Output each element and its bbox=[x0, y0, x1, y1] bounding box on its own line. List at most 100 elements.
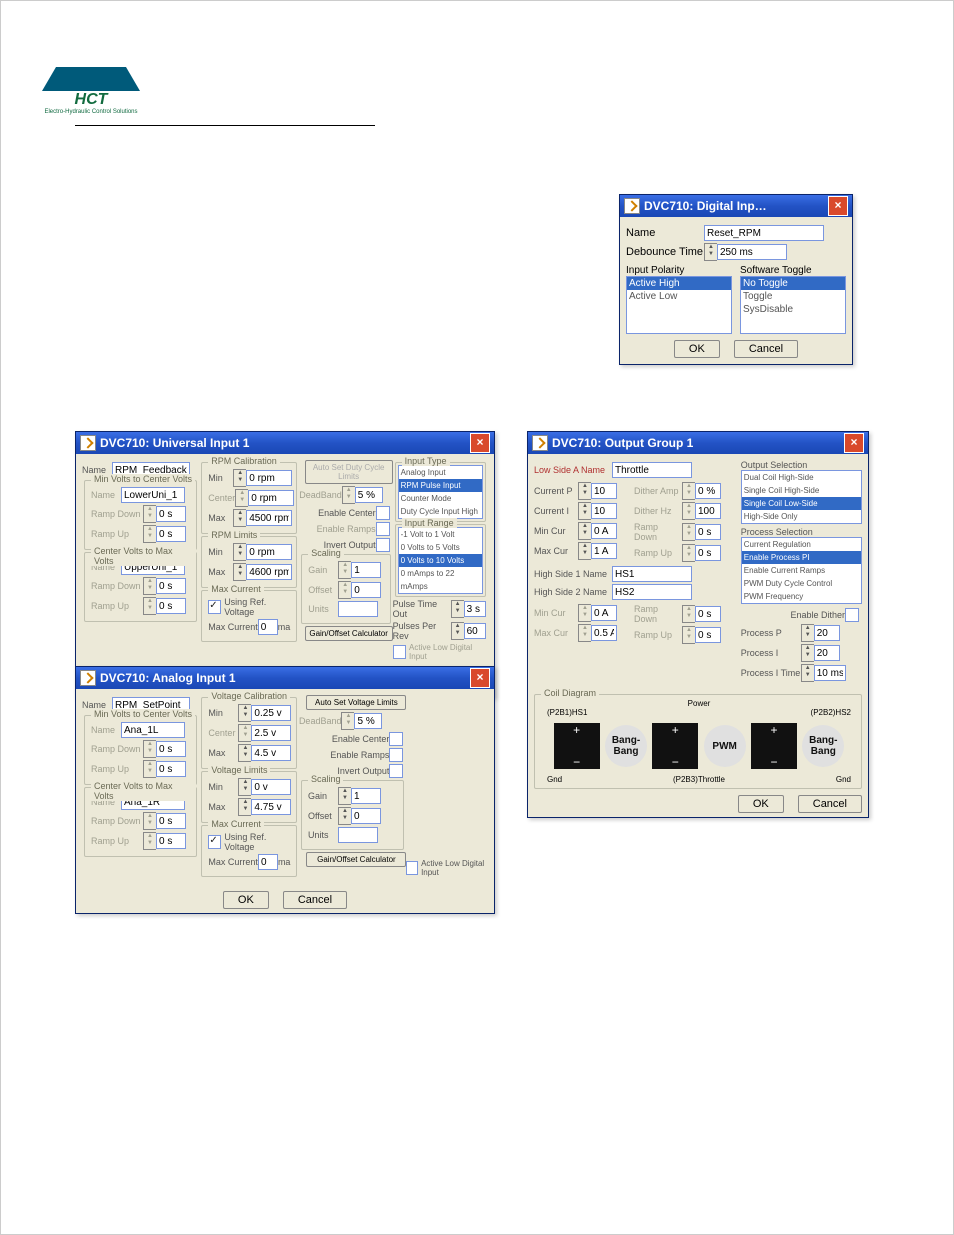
hs1-input[interactable] bbox=[612, 566, 692, 582]
inrange-opt-0[interactable]: -1 Volt to 1 Volt bbox=[399, 528, 482, 541]
inrange-opt-1[interactable]: 0 Volts to 5 Volts bbox=[399, 541, 482, 554]
toggle-opt-toggle[interactable]: Toggle bbox=[741, 290, 845, 303]
pit-spin[interactable]: ▲▼ bbox=[801, 664, 846, 682]
ppr-spin[interactable]: ▲▼ bbox=[451, 622, 486, 640]
procsel-opt-1[interactable]: Enable Process PI bbox=[742, 551, 861, 564]
units-input[interactable] bbox=[338, 827, 378, 843]
cv-ru-spin[interactable]: ▲▼ bbox=[143, 597, 186, 615]
polarity-opt-active-high[interactable]: Active High bbox=[627, 277, 731, 290]
ru-spin[interactable]: ▲▼ bbox=[682, 544, 721, 562]
gainoffset-button[interactable]: Gain/Offset Calculator bbox=[306, 852, 406, 867]
pi-spin[interactable]: ▲▼ bbox=[801, 644, 840, 662]
outsel-list[interactable]: Dual Coil High-Side Single Coil High-Sid… bbox=[741, 470, 862, 524]
outsel-opt-0[interactable]: Dual Coil High-Side bbox=[742, 471, 861, 484]
gain-spin[interactable]: ▲▼ bbox=[338, 561, 381, 579]
toggle-opt-none[interactable]: No Toggle bbox=[741, 277, 845, 290]
minc-spin[interactable]: ▲▼ bbox=[578, 522, 617, 540]
ana-titlebar[interactable]: DVC710: Analog Input 1 × bbox=[76, 667, 494, 689]
cv-rd-spin[interactable]: ▲▼ bbox=[143, 812, 186, 830]
polarity-list[interactable]: Active High Active Low bbox=[626, 276, 732, 334]
mv-rd-spin[interactable]: ▲▼ bbox=[143, 505, 186, 523]
units-input[interactable] bbox=[338, 601, 378, 617]
minc2-spin[interactable]: ▲▼ bbox=[578, 604, 617, 622]
procsel-opt-4[interactable]: PWM Frequency bbox=[742, 590, 861, 603]
enable-dither-checkbox[interactable] bbox=[845, 608, 859, 622]
ok-button[interactable]: OK bbox=[674, 340, 720, 358]
rd-spin[interactable]: ▲▼ bbox=[682, 523, 721, 541]
cp-spin[interactable]: ▲▼ bbox=[578, 482, 617, 500]
invert-output-checkbox[interactable] bbox=[376, 538, 390, 552]
ok-button[interactable]: OK bbox=[738, 795, 784, 813]
name-input[interactable] bbox=[704, 225, 824, 241]
outsel-opt-2[interactable]: Single Coil Low-Side bbox=[742, 497, 861, 510]
enable-center-checkbox[interactable] bbox=[389, 732, 403, 746]
vmin-spin[interactable]: ▲▼ bbox=[238, 704, 291, 722]
uni-titlebar[interactable]: DVC710: Universal Input 1 × bbox=[76, 432, 494, 454]
close-icon[interactable]: × bbox=[828, 196, 848, 216]
da-spin[interactable]: ▲▼ bbox=[682, 482, 721, 500]
vmax-spin[interactable]: ▲▼ bbox=[238, 744, 291, 762]
cancel-button[interactable]: Cancel bbox=[734, 340, 798, 358]
cv-ru-spin[interactable]: ▲▼ bbox=[143, 832, 186, 850]
offset-spin[interactable]: ▲▼ bbox=[338, 807, 381, 825]
intype-opt-analog[interactable]: Analog Input bbox=[399, 466, 482, 479]
lim-min-spin[interactable]: ▲▼ bbox=[233, 543, 292, 561]
intype-opt-counter[interactable]: Counter Mode bbox=[399, 492, 482, 505]
debounce-spinner[interactable]: ▲▼ bbox=[704, 243, 787, 261]
close-icon[interactable]: × bbox=[844, 433, 864, 453]
inrange-list[interactable]: -1 Volt to 1 Volt 0 Volts to 5 Volts 0 V… bbox=[398, 527, 483, 594]
useref-checkbox[interactable] bbox=[208, 835, 221, 849]
polarity-opt-active-low[interactable]: Active Low bbox=[627, 290, 731, 303]
gain-spin[interactable]: ▲▼ bbox=[338, 787, 381, 805]
toggle-list[interactable]: No Toggle Toggle SysDisable bbox=[740, 276, 846, 334]
useref-checkbox[interactable] bbox=[208, 600, 221, 614]
lmax-spin[interactable]: ▲▼ bbox=[238, 798, 291, 816]
dh-spin[interactable]: ▲▼ bbox=[682, 502, 721, 520]
intype-list[interactable]: Analog Input RPM Pulse Input Counter Mod… bbox=[398, 465, 483, 519]
procsel-opt-0[interactable]: Current Regulation bbox=[742, 538, 861, 551]
rpm-center-spin[interactable]: ▲▼ bbox=[235, 489, 294, 507]
intype-opt-rpm[interactable]: RPM Pulse Input bbox=[399, 479, 482, 492]
cancel-button[interactable]: Cancel bbox=[283, 891, 347, 909]
procsel-list[interactable]: Current Regulation Enable Process PI Ena… bbox=[741, 537, 862, 604]
enable-ramps-checkbox[interactable] bbox=[389, 748, 403, 762]
autoset-button[interactable]: Auto Set Duty Cycle Limits bbox=[305, 460, 393, 484]
ci-spin[interactable]: ▲▼ bbox=[578, 502, 617, 520]
mv-ru-spin[interactable]: ▲▼ bbox=[143, 760, 186, 778]
close-icon[interactable]: × bbox=[470, 668, 490, 688]
intype-opt-duty[interactable]: Duty Cycle Input High bbox=[399, 505, 482, 518]
maxc-spin[interactable]: ▲▼ bbox=[578, 542, 617, 560]
maxc2-spin[interactable]: ▲▼ bbox=[578, 624, 617, 642]
enable-center-checkbox[interactable] bbox=[376, 506, 390, 520]
close-icon[interactable]: × bbox=[470, 433, 490, 453]
mv-rd-spin[interactable]: ▲▼ bbox=[143, 740, 186, 758]
ok-button[interactable]: OK bbox=[223, 891, 269, 909]
out-titlebar[interactable]: DVC710: Output Group 1 × bbox=[528, 432, 868, 454]
mv-name-input[interactable] bbox=[121, 722, 185, 738]
rpm-min-spin[interactable]: ▲▼ bbox=[233, 469, 292, 487]
lmin-spin[interactable]: ▲▼ bbox=[238, 778, 291, 796]
cancel-button[interactable]: Cancel bbox=[798, 795, 862, 813]
lim-max-spin[interactable]: ▲▼ bbox=[233, 563, 292, 581]
mv-name-input[interactable] bbox=[121, 487, 185, 503]
procsel-opt-3[interactable]: PWM Duty Cycle Control bbox=[742, 577, 861, 590]
vcen-spin[interactable]: ▲▼ bbox=[238, 724, 291, 742]
outsel-opt-3[interactable]: High-Side Only bbox=[742, 510, 861, 523]
gainoffset-button[interactable]: Gain/Offset Calculator bbox=[305, 626, 393, 641]
maxcur-input[interactable] bbox=[258, 619, 278, 635]
inrange-opt-3[interactable]: 0 mAmps to 22 mAmps bbox=[399, 567, 482, 593]
mv-ru-spin[interactable]: ▲▼ bbox=[143, 525, 186, 543]
toggle-opt-sysdisable[interactable]: SysDisable bbox=[741, 303, 845, 316]
digital-titlebar[interactable]: DVC710: Digital Inp… × bbox=[620, 195, 852, 217]
invert-output-checkbox[interactable] bbox=[389, 764, 403, 778]
hs2-input[interactable] bbox=[612, 584, 692, 600]
procsel-opt-2[interactable]: Enable Current Ramps bbox=[742, 564, 861, 577]
ru2-spin[interactable]: ▲▼ bbox=[682, 626, 721, 644]
active-low-checkbox[interactable] bbox=[406, 861, 418, 875]
maxcur-input[interactable] bbox=[258, 854, 278, 870]
autoset-button[interactable]: Auto Set Voltage Limits bbox=[306, 695, 406, 710]
cv-rd-spin[interactable]: ▲▼ bbox=[143, 577, 186, 595]
deadband-spin[interactable]: ▲▼ bbox=[341, 712, 382, 730]
pulse-to-spin[interactable]: ▲▼ bbox=[451, 600, 486, 618]
outsel-opt-1[interactable]: Single Coil High-Side bbox=[742, 484, 861, 497]
